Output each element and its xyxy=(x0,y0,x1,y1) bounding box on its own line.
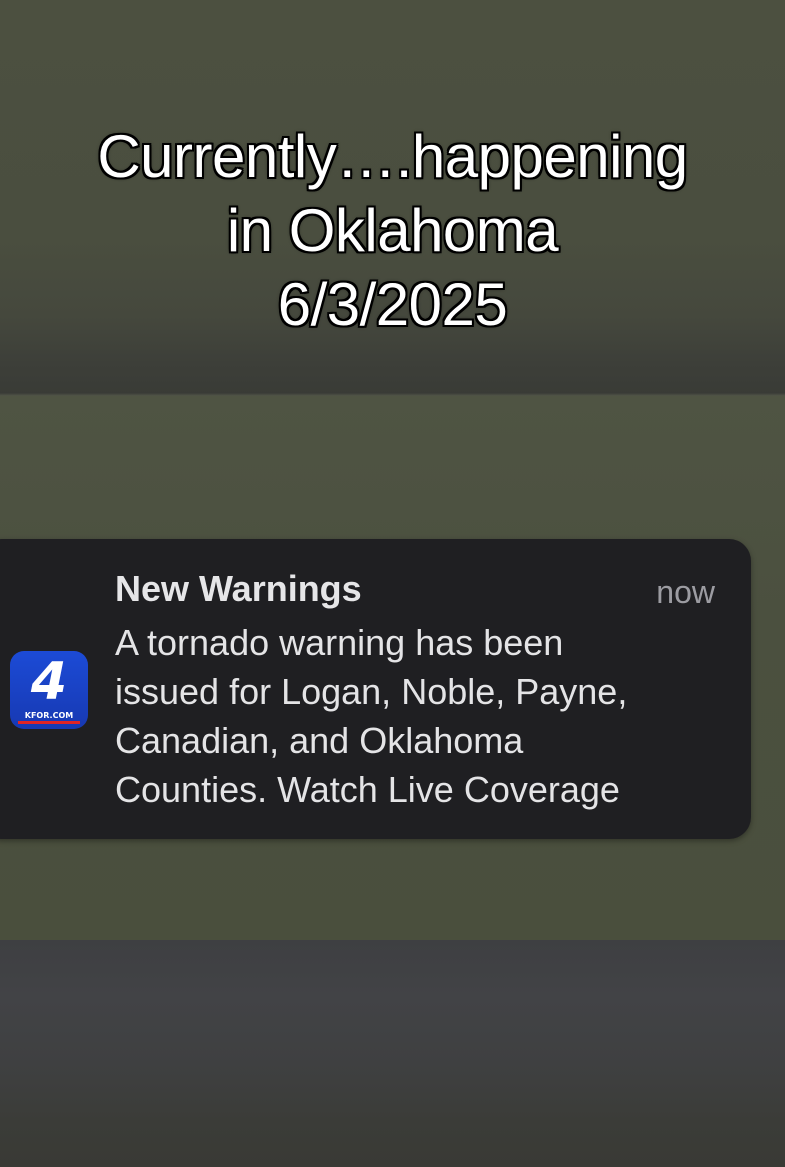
caption-line-2: in Oklahoma xyxy=(226,197,559,264)
app-icon-number: 4 xyxy=(30,652,68,712)
app-icon-stripe xyxy=(18,721,80,724)
overlay-caption: Currently….happening in Oklahoma 6/3/202… xyxy=(0,120,785,342)
notification-body-line: issued for Logan, Noble, Payne, xyxy=(115,671,628,712)
notification-body-line: A tornado warning has been xyxy=(115,622,564,663)
caption-line-3: 6/3/2025 xyxy=(277,271,508,338)
app-icon-brand: KFOR.COM xyxy=(24,711,74,720)
notification-title: New Warnings xyxy=(115,568,362,609)
kfor-app-icon: 4 KFOR.COM xyxy=(10,651,88,729)
notification-body: A tornado warning has been issued for Lo… xyxy=(115,618,725,814)
caption-line-1: Currently….happening xyxy=(97,123,688,190)
push-notification[interactable]: 4 KFOR.COM New Warnings now A tornado wa… xyxy=(0,539,751,839)
background-bottom xyxy=(0,940,785,1167)
notification-time: now xyxy=(656,574,715,610)
notification-body-line: Counties. Watch Live Coverage xyxy=(115,769,620,810)
notification-body-line: Canadian, and Oklahoma xyxy=(115,720,524,761)
